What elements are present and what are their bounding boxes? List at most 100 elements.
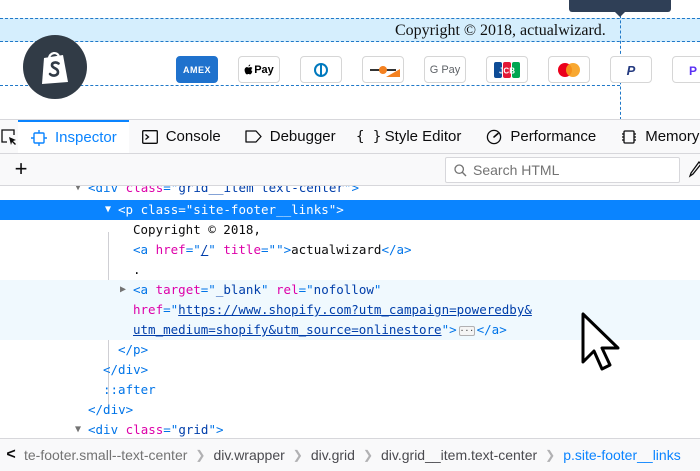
tag-close: </a>: [381, 242, 412, 257]
tab-memory[interactable]: Memory: [608, 120, 700, 153]
tab-style-editor[interactable]: { } Style Editor: [348, 120, 474, 153]
attr-eq: =": [261, 242, 277, 257]
attr-name: title: [223, 242, 261, 257]
attr-name: target: [155, 282, 201, 297]
diners-club-icon: [300, 56, 342, 83]
tab-debugger[interactable]: Debugger: [233, 120, 348, 153]
tab-console[interactable]: Console: [129, 120, 233, 153]
tab-console-label: Console: [165, 128, 221, 145]
more-ellipsis-icon[interactable]: ···: [458, 325, 475, 336]
attr-eq: =": [200, 282, 216, 297]
breadcrumb-item[interactable]: div.grid: [309, 447, 357, 463]
breadcrumb-item[interactable]: div.wrapper: [211, 447, 286, 463]
highlighter-guide-horizontal: [0, 85, 620, 86]
attr-quote: ": [208, 242, 216, 257]
add-node-icon[interactable]: +: [10, 158, 32, 180]
paypal-icon: P: [610, 56, 652, 83]
tag-name: div: [95, 186, 119, 195]
attr-eq: =": [185, 242, 201, 257]
breadcrumb-separator-icon: ❯: [362, 448, 373, 462]
attr-quote: ": [373, 282, 382, 297]
style-editor-icon: { }: [356, 128, 382, 145]
tab-memory-label: Memory: [645, 128, 700, 145]
tree-node-close-div[interactable]: </div>: [0, 400, 700, 420]
collapse-triangle-icon[interactable]: ▼: [72, 420, 84, 438]
breadcrumb-scroll-left-icon[interactable]: <: [0, 446, 22, 464]
shopify-pay-icon: P: [672, 56, 700, 83]
attr-value[interactable]: grid__item text-center: [178, 186, 344, 195]
tab-inspector-label: Inspector: [55, 129, 117, 146]
tag-name: a: [140, 282, 149, 297]
tag-bracket: <: [88, 186, 96, 195]
amex-icon: AMEX: [176, 56, 218, 83]
expand-triangle-icon[interactable]: ▶: [117, 280, 129, 300]
attr-quote: ": [260, 282, 269, 297]
breadcrumbs-bar: < te-footer.small--text-center ❯ div.wra…: [0, 438, 700, 471]
tree-node-text[interactable]: Copyright © 2018,: [0, 220, 700, 240]
attr-name: class: [125, 186, 164, 195]
tag-bracket: ">: [328, 202, 344, 217]
attr-eq: =": [163, 422, 179, 437]
text-node: Copyright © 2018,: [133, 222, 261, 237]
tag-bracket: ">: [276, 242, 292, 257]
page-preview: Copyright © 2018, actualwizard. AMEX Pay…: [0, 0, 700, 120]
tree-node-text[interactable]: .: [0, 260, 700, 280]
attr-value[interactable]: site-footer__links: [193, 202, 328, 217]
tag-bracket: <: [118, 202, 126, 217]
memory-icon: [620, 128, 638, 146]
tag-bracket: ">: [441, 322, 457, 337]
tab-performance[interactable]: Performance: [473, 120, 608, 153]
tree-node-div-grid-item[interactable]: ▼ <div class="grid__item text-center">: [0, 186, 700, 198]
collapse-triangle-icon[interactable]: ▼: [72, 186, 84, 198]
breadcrumb-item-active[interactable]: p.site-footer__links: [561, 447, 683, 463]
tree-node-a-actualwizard[interactable]: <a href="/" title="">actualwizard</a>: [0, 240, 700, 260]
attr-eq: =": [298, 282, 314, 297]
element-picker-icon[interactable]: [0, 120, 18, 153]
footer-copyright-text: Copyright © 2018, actualwizard.: [395, 22, 606, 39]
tab-style-editor-label: Style Editor: [384, 128, 462, 145]
attr-value[interactable]: grid: [178, 422, 208, 437]
devtools-toolbar: Inspector Console Debugger { } Style Edi…: [0, 120, 700, 154]
text-node: actualwizard: [291, 242, 382, 257]
tag-bracket: ">: [208, 422, 224, 437]
collapse-triangle-icon[interactable]: ▼: [102, 200, 114, 220]
shopify-logo-icon[interactable]: [23, 35, 87, 99]
tag-bracket: <: [88, 422, 96, 437]
google-pay-icon: G Pay: [424, 56, 466, 83]
tag-close: </div>: [103, 362, 149, 377]
tag-name: a: [140, 242, 149, 257]
attr-value[interactable]: _blank: [216, 282, 261, 297]
jcb-icon: JCB: [486, 56, 528, 83]
tree-node-p-site-footer-links[interactable]: ▼ <p class="site-footer__links">: [0, 200, 700, 220]
attr-eq: =": [163, 302, 179, 317]
inspector-icon: [30, 129, 48, 147]
tag-name: div: [95, 422, 119, 437]
attr-name: class: [140, 202, 179, 217]
performance-icon: [485, 128, 503, 146]
breadcrumb-item[interactable]: div.grid__item.text-center: [379, 447, 539, 463]
attr-name: href: [133, 302, 164, 317]
payment-icons-row: AMEX Pay G Pay JCB P P: [176, 56, 700, 83]
tag-bracket: <: [133, 242, 141, 257]
attr-value-link[interactable]: https://www.shopify.com?utm_campaign=pow…: [178, 302, 532, 317]
breadcrumb-separator-icon: ❯: [195, 448, 206, 462]
search-icon: [454, 163, 467, 176]
breadcrumb-separator-icon: ❯: [545, 448, 556, 462]
tag-name: p: [125, 202, 134, 217]
tag-close: </div>: [88, 402, 134, 417]
tab-performance-label: Performance: [510, 128, 597, 145]
inspector-search-bar: +: [0, 154, 700, 186]
tab-inspector[interactable]: Inspector: [18, 120, 129, 153]
tab-debugger-label: Debugger: [269, 128, 336, 145]
tree-node-pseudo-after[interactable]: ::after: [0, 380, 700, 400]
search-html-field[interactable]: [445, 157, 680, 183]
breadcrumb-item[interactable]: te-footer.small--text-center: [22, 447, 189, 463]
debugger-icon: [245, 128, 263, 146]
search-html-input[interactable]: [473, 162, 663, 178]
console-icon: [141, 128, 159, 146]
attr-value[interactable]: nofollow: [314, 282, 374, 297]
attr-value-link[interactable]: utm_medium=shopify&utm_source=onlinestor…: [133, 322, 442, 337]
attr-eq: =": [163, 186, 179, 195]
eyedropper-icon[interactable]: [688, 161, 700, 179]
tree-node-div-grid[interactable]: ▼ <div class="grid">: [0, 420, 700, 438]
